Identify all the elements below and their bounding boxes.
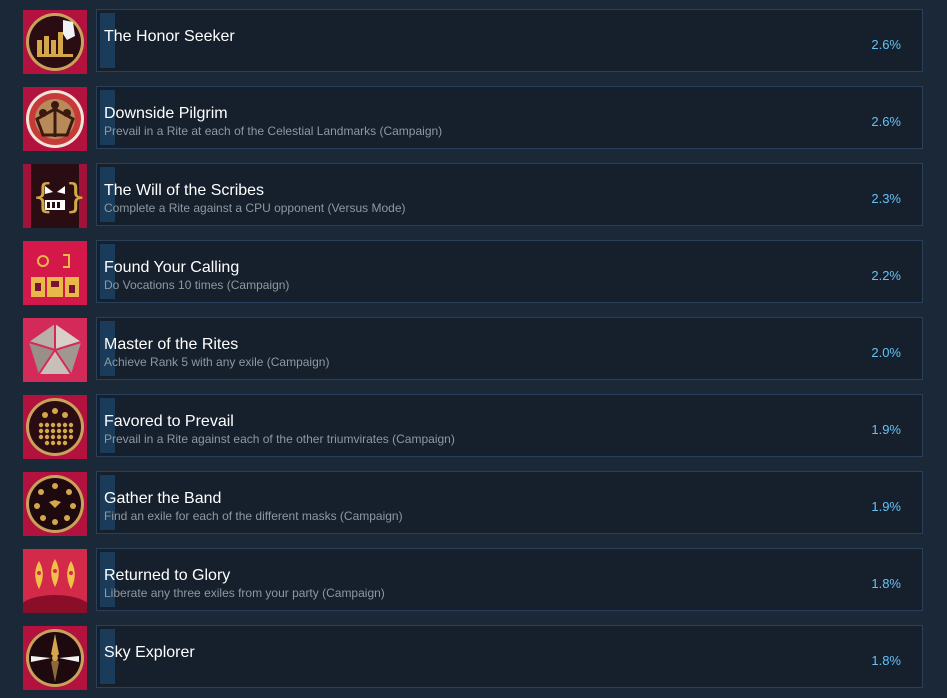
achievement-panel: Downside Pilgrim Prevail in a Rite at ea… — [96, 86, 923, 149]
achievement-panel: Gather the Band Find an exile for each o… — [96, 471, 923, 534]
achievement-title: Downside Pilgrim — [104, 105, 228, 122]
achievement-row[interactable]: Found Your Calling Do Vocations 10 times… — [0, 240, 947, 306]
achievement-title: Gather the Band — [104, 490, 222, 507]
favored-to-prevail-icon — [23, 395, 87, 459]
achievement-row[interactable]: { } The Will of the Scribes Complete a R… — [0, 163, 947, 229]
achievement-title: Found Your Calling — [104, 259, 240, 276]
achievement-row[interactable]: Returned to Glory Liberate any three exi… — [0, 548, 947, 614]
found-your-calling-icon — [23, 241, 87, 305]
achievement-percent: 1.9% — [871, 422, 901, 437]
achievement-row[interactable]: Gather the Band Find an exile for each o… — [0, 471, 947, 537]
achievement-description: Liberate any three exiles from your part… — [104, 586, 385, 600]
achievement-row[interactable]: Favored to Prevail Prevail in a Rite aga… — [0, 394, 947, 460]
achievement-panel: The Honor Seeker 2.6% — [96, 9, 923, 72]
will-of-scribes-icon: { } — [23, 164, 87, 228]
achievement-row[interactable]: Downside Pilgrim Prevail in a Rite at ea… — [0, 86, 947, 152]
achievement-panel: The Will of the Scribes Complete a Rite … — [96, 163, 923, 226]
achievement-percent: 2.6% — [871, 114, 901, 129]
achievement-percent: 2.2% — [871, 268, 901, 283]
achievement-row[interactable]: Sky Explorer 1.8% — [0, 625, 947, 691]
achievement-title: Returned to Glory — [104, 567, 231, 584]
achievement-panel: Sky Explorer 1.8% — [96, 625, 923, 688]
achievement-title: The Will of the Scribes — [104, 182, 265, 199]
achievement-panel: Found Your Calling Do Vocations 10 times… — [96, 240, 923, 303]
svg-text:{: { — [32, 177, 54, 217]
achievement-panel: Master of the Rites Achieve Rank 5 with … — [96, 317, 923, 380]
achievement-description: Prevail in a Rite against each of the ot… — [104, 432, 455, 446]
honor-seeker-icon — [23, 10, 87, 74]
achievement-title: Master of the Rites — [104, 336, 239, 353]
downside-pilgrim-icon — [23, 87, 87, 151]
achievement-title: Sky Explorer — [104, 644, 195, 661]
achievement-percent: 1.8% — [871, 653, 901, 668]
achievement-panel: Favored to Prevail Prevail in a Rite aga… — [96, 394, 923, 457]
achievement-row[interactable]: Master of the Rites Achieve Rank 5 with … — [0, 317, 947, 383]
sky-explorer-icon — [23, 626, 87, 690]
gather-the-band-icon — [23, 472, 87, 536]
achievement-description: Complete a Rite against a CPU opponent (… — [104, 201, 406, 215]
achievement-title: Favored to Prevail — [104, 413, 234, 430]
achievement-percent: 2.0% — [871, 345, 901, 360]
achievement-row[interactable]: The Honor Seeker 2.6% — [0, 9, 947, 75]
achievement-description: Do Vocations 10 times (Campaign) — [104, 278, 290, 292]
achievement-panel: Returned to Glory Liberate any three exi… — [96, 548, 923, 611]
achievement-description: Find an exile for each of the different … — [104, 509, 403, 523]
achievement-percent: 1.8% — [871, 576, 901, 591]
svg-text:}: } — [65, 177, 87, 217]
returned-to-glory-icon — [23, 549, 87, 613]
achievement-percent: 1.9% — [871, 499, 901, 514]
achievement-percent: 2.3% — [871, 191, 901, 206]
achievement-percent: 2.6% — [871, 37, 901, 52]
master-of-rites-icon — [23, 318, 87, 382]
achievement-description: Achieve Rank 5 with any exile (Campaign) — [104, 355, 330, 369]
achievement-title: The Honor Seeker — [104, 28, 235, 45]
achievement-description: Prevail in a Rite at each of the Celesti… — [104, 124, 443, 138]
